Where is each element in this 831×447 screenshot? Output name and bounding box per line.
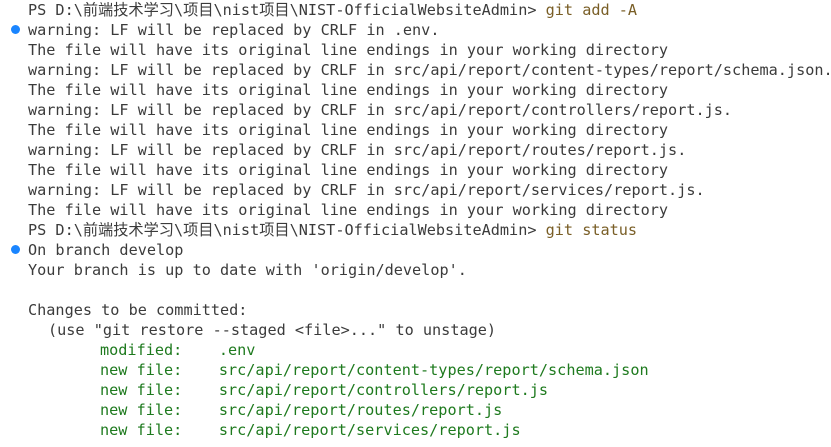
staged-file-row: new file: src/api/report/controllers/repo… xyxy=(28,380,548,400)
file-status: new file: xyxy=(100,401,183,419)
command-decoration-dot-icon[interactable] xyxy=(11,25,20,34)
output-line: warning: LF will be replaced by CRLF in … xyxy=(28,61,831,79)
command-line-git-add: PS D:\前端技术学习\项目\nist项目\NIST-OfficialWebs… xyxy=(28,0,637,20)
staged-file-row: new file: src/api/report/routes/report.js xyxy=(28,400,502,420)
restore-hint: (use "git restore --staged <file>..." to… xyxy=(48,321,497,339)
file-path: src/api/report/content-types/report/sche… xyxy=(218,361,649,379)
command-text: git status xyxy=(545,221,638,239)
output-line: The file will have its original line end… xyxy=(28,201,669,219)
changes-header: Changes to be committed: xyxy=(28,301,248,319)
output-line: warning: LF will be replaced by CRLF in … xyxy=(28,181,705,199)
branch-line: On branch develop xyxy=(28,241,184,259)
output-line: warning: LF will be replaced by CRLF in … xyxy=(28,21,440,39)
output-line: The file will have its original line end… xyxy=(28,41,669,59)
file-path: .env xyxy=(218,341,256,359)
file-path: src/api/report/routes/report.js xyxy=(218,401,503,419)
output-line: warning: LF will be replaced by CRLF in … xyxy=(28,141,687,159)
file-status: new file: xyxy=(100,381,183,399)
output-line: The file will have its original line end… xyxy=(28,81,669,99)
file-status: new file: xyxy=(100,361,183,379)
terminal-output[interactable]: PS D:\前端技术学习\项目\nist项目\NIST-OfficialWebs… xyxy=(0,0,831,447)
staged-file-row: modified: .env xyxy=(28,340,255,360)
prompt-text: PS D:\前端技术学习\项目\nist项目\NIST-OfficialWebs… xyxy=(28,1,546,19)
output-line: warning: LF will be replaced by CRLF in … xyxy=(28,101,733,119)
up-to-date-line: Your branch is up to date with 'origin/d… xyxy=(28,261,467,279)
output-line: The file will have its original line end… xyxy=(28,121,669,139)
file-status: new file: xyxy=(100,421,183,439)
file-path: src/api/report/controllers/report.js xyxy=(218,381,549,399)
command-line-git-status: PS D:\前端技术学习\项目\nist项目\NIST-OfficialWebs… xyxy=(28,220,637,240)
output-line: The file will have its original line end… xyxy=(28,161,669,179)
file-status: modified: xyxy=(100,341,183,359)
prompt-text: PS D:\前端技术学习\项目\nist项目\NIST-OfficialWebs… xyxy=(28,221,546,239)
file-path: src/api/report/services/report.js xyxy=(218,421,521,439)
staged-file-row: new file: src/api/report/services/report.… xyxy=(28,420,521,440)
command-decoration-dot-icon[interactable] xyxy=(11,245,20,254)
command-text: git add -A xyxy=(545,1,638,19)
staged-file-row: new file: src/api/report/content-types/re… xyxy=(28,360,649,380)
